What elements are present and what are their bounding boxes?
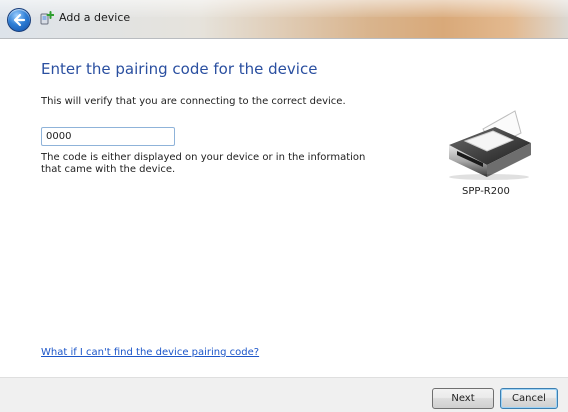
back-arrow-icon — [13, 13, 26, 27]
cancel-button[interactable]: Cancel — [500, 388, 558, 409]
code-hint-text: The code is either displayed on your dev… — [41, 152, 366, 175]
pairing-code-input[interactable] — [41, 127, 175, 146]
back-button[interactable] — [7, 8, 31, 32]
page-heading: Enter the pairing code for the device — [41, 60, 318, 78]
pairing-code-help-link[interactable]: What if I can't find the device pairing … — [41, 347, 259, 358]
printer-icon — [449, 110, 531, 180]
add-device-icon — [40, 11, 54, 25]
next-button[interactable]: Next — [432, 388, 494, 409]
description-text: This will verify that you are connecting… — [41, 96, 346, 107]
device-name-label: SPP-R200 — [462, 186, 510, 197]
window-title: Add a device — [59, 11, 131, 24]
